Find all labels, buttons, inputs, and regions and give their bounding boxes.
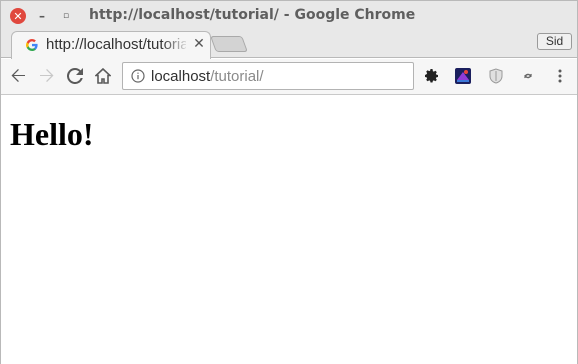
url-path: /tutorial/ <box>210 68 264 85</box>
tab-title-fade <box>162 34 190 56</box>
close-icon: ✕ <box>13 9 23 23</box>
address-bar[interactable]: localhost/tutorial/ <box>122 62 414 90</box>
window-title: http://localhost/tutorial/ - Google Chro… <box>89 7 416 23</box>
new-tab-button[interactable] <box>210 36 248 52</box>
window-maximize-button[interactable]: ▫ <box>58 8 74 24</box>
toolbar: localhost/tutorial/ <box>1 59 577 95</box>
reload-icon <box>67 68 83 84</box>
minimize-icon: – <box>39 9 45 23</box>
tab-close-button[interactable]: ✕ <box>192 36 206 52</box>
extension-small-icon <box>524 73 532 79</box>
back-arrow-icon <box>11 69 25 82</box>
extension-icon <box>455 68 471 84</box>
home-icon <box>95 68 111 84</box>
settings-extension-button[interactable] <box>422 66 442 86</box>
maximize-icon: ▫ <box>62 11 70 21</box>
page-content: Hello! <box>1 96 577 364</box>
menu-button[interactable] <box>550 66 570 86</box>
profile-button[interactable]: Sid <box>537 33 572 50</box>
shield-icon <box>489 68 503 84</box>
extension-button[interactable] <box>453 66 473 86</box>
title-bar: ✕ – ▫ http://localhost/tutorial/ - Googl… <box>1 1 577 31</box>
gear-icon <box>425 69 438 83</box>
tab-strip: http://localhost/tutorial/ ✕ Sid <box>1 31 577 59</box>
tab-active[interactable]: http://localhost/tutorial/ ✕ <box>11 31 211 59</box>
url-text[interactable]: localhost/tutorial/ <box>151 68 264 85</box>
browser-window: ✕ – ▫ http://localhost/tutorial/ - Googl… <box>0 0 578 364</box>
small-extension-button[interactable] <box>518 66 538 86</box>
kebab-menu-icon <box>558 69 562 83</box>
url-host: localhost <box>151 68 211 85</box>
forward-arrow-icon <box>40 69 54 82</box>
back-button[interactable] <box>7 65 29 87</box>
info-icon[interactable] <box>131 69 145 83</box>
shield-extension-button[interactable] <box>486 66 506 86</box>
window-minimize-button[interactable]: – <box>34 8 50 24</box>
forward-button[interactable] <box>36 65 58 87</box>
page-heading: Hello! <box>10 116 94 152</box>
home-button[interactable] <box>92 65 114 87</box>
google-g-icon <box>26 39 38 51</box>
reload-button[interactable] <box>64 65 86 87</box>
window-close-button[interactable]: ✕ <box>10 8 26 24</box>
